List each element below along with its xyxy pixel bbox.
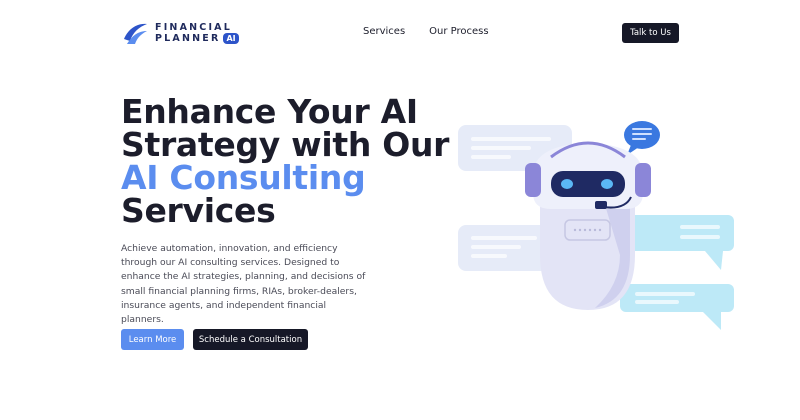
chat-bubble-blue-top: [620, 215, 734, 270]
learn-more-button[interactable]: Learn More: [121, 329, 184, 350]
logo-line1: FINANCIAL: [155, 22, 232, 33]
talk-to-us-button[interactable]: Talk to Us: [622, 23, 679, 43]
schedule-consultation-button[interactable]: Schedule a Consultation: [193, 329, 308, 350]
hero-title-line4: Services: [121, 191, 276, 230]
logo-wordmark: FINANCIAL PLANNER AI: [155, 22, 239, 44]
logo-line2: PLANNER: [155, 33, 221, 44]
brand-logo[interactable]: FINANCIAL PLANNER AI: [121, 19, 239, 47]
nav-item-our-process[interactable]: Our Process: [429, 26, 488, 37]
logo-ai-badge: AI: [223, 33, 239, 44]
hero-description: Achieve automation, innovation, and effi…: [121, 243, 366, 326]
chat-bubble-blue-bottom: [620, 284, 734, 330]
logo-swoosh-icon: [124, 23, 147, 44]
speech-bubble-icon: [624, 121, 660, 155]
chatbot-illustration: [458, 121, 734, 330]
hero-title: Enhance Your AI Strategy with Our AI Con…: [121, 95, 449, 227]
hero-title-line2: Strategy with Our: [121, 125, 450, 164]
hero-title-accent: AI Consulting: [121, 158, 366, 197]
hero-title-line1: Enhance Your AI: [121, 92, 418, 131]
nav-item-services[interactable]: Services: [363, 26, 405, 37]
main-nav: Services Our Process: [363, 26, 489, 37]
